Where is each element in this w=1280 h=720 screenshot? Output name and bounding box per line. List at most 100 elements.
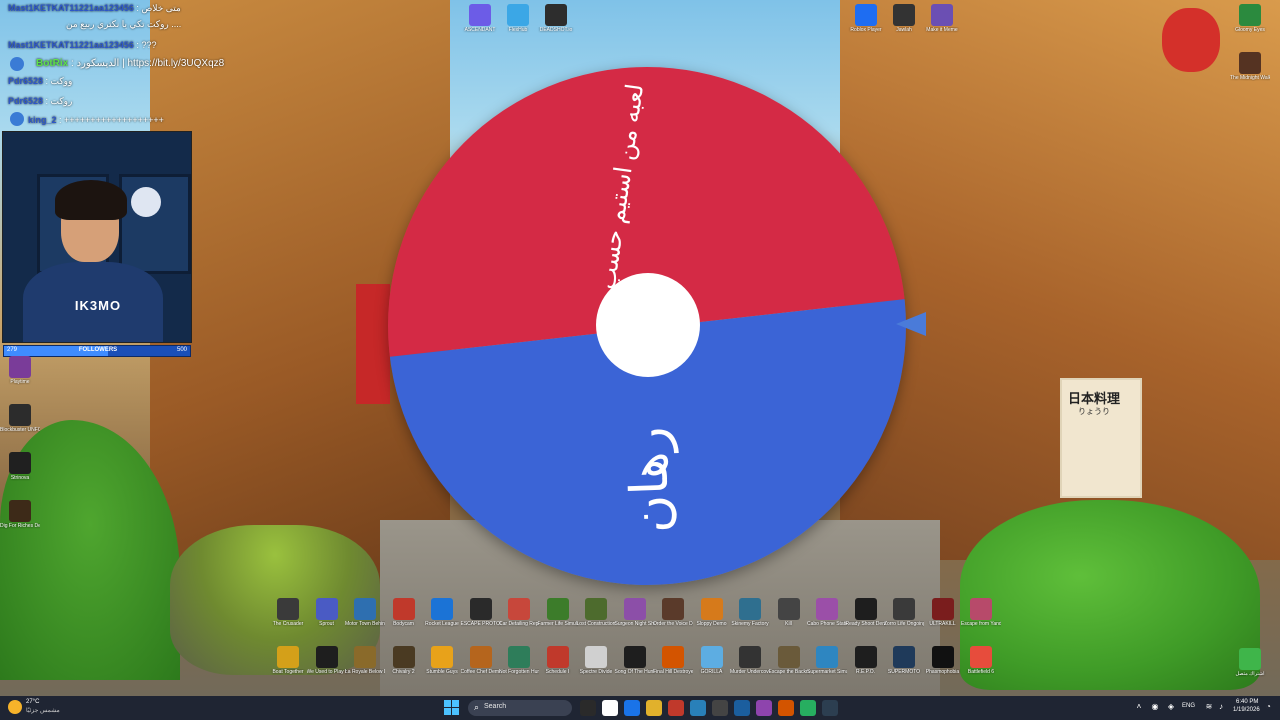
desktop-icon[interactable]: Spectre Divide	[576, 646, 616, 690]
wifi-icon[interactable]: ≋	[1204, 702, 1214, 712]
clock-date[interactable]: 1/19/2026	[1233, 707, 1260, 713]
app-icon	[1239, 52, 1261, 74]
desktop-icon[interactable]: Ready Shoot Demo	[846, 598, 886, 642]
desktop-icon-label: ESCAPE PROTOCOL	[460, 621, 501, 627]
desktop-icon[interactable]: Escape the Backrooms	[769, 646, 809, 690]
desktop-icon-label: Supermarket Simulator	[807, 669, 847, 675]
desktop-icon[interactable]: Roblox Player	[846, 4, 886, 48]
desktop-icon-label: Bodycam	[393, 621, 414, 627]
desktop-icon[interactable]: The Midnight Walk	[1230, 52, 1270, 96]
desktop-icon[interactable]: اشتراك متصل	[1230, 648, 1270, 692]
desktop-icon[interactable]: ULTRAKILL	[923, 598, 963, 642]
desktop-icon[interactable]: Schedule I	[538, 646, 578, 690]
taskbar-app-icon[interactable]	[778, 700, 794, 716]
desktop-icon[interactable]: Murder Undercover	[730, 646, 770, 690]
app-icon	[1239, 4, 1261, 26]
chat-avatar	[10, 112, 24, 126]
desktop-icon[interactable]: Bodycam	[384, 598, 424, 642]
tray-overflow-chevron-icon[interactable]: ˄	[1134, 702, 1144, 712]
taskbar-search-box[interactable]: ⌕ Search	[468, 700, 572, 716]
weather-description[interactable]: مشمس جزئيًا	[26, 707, 60, 714]
desktop-icon[interactable]: ESCAPE PROTOCOL	[461, 598, 501, 642]
desktop-icon[interactable]: Not Forgotten Hunted	[499, 646, 539, 690]
desktop-icon[interactable]: Car Detailing Repair Demo	[499, 598, 539, 642]
desktop-icon[interactable]: Song Of The Hunt	[615, 646, 655, 690]
desktop-icon[interactable]: Sloppy Demo	[692, 598, 732, 642]
desktop-icon[interactable]: SUPERMOTO	[884, 646, 924, 690]
desktop-icon[interactable]: The Crusader	[268, 598, 308, 642]
taskbar-app-icon[interactable]	[646, 700, 662, 716]
clock-time[interactable]: 6:40 PM	[1236, 699, 1258, 705]
tray-app-icon[interactable]: ◉	[1150, 702, 1160, 712]
app-icon	[662, 646, 684, 668]
taskbar-app-icon[interactable]	[734, 700, 750, 716]
desktop-icon[interactable]: Sprout	[307, 598, 347, 642]
desktop-icon[interactable]: Strinova	[0, 452, 40, 496]
desktop-icon[interactable]: Kill	[769, 598, 809, 642]
notification-bell-icon[interactable]: ◔	[1266, 702, 1271, 711]
app-icon	[854, 646, 877, 668]
desktop-icon-label: Strinova	[10, 475, 30, 481]
app-icon	[508, 598, 530, 620]
desktop-icon[interactable]: Blockbuster UNFOLD	[0, 404, 40, 448]
desktop-icon[interactable]: Battlefield 6	[961, 646, 1001, 690]
desktop-icon[interactable]: ASCENDANT	[460, 4, 500, 48]
desktop-icon[interactable]: We Used to Play Here	[307, 646, 347, 690]
app-icon	[585, 598, 607, 620]
desktop-icon[interactable]: DEADSHOT.io	[536, 4, 576, 48]
chat-username: king_2	[28, 115, 57, 125]
desktop-icon[interactable]: Skinemy Factory	[730, 598, 770, 642]
desktop-icon[interactable]: Dig For Riches Demo	[0, 500, 40, 544]
desktop-icon[interactable]: Coffee Chef Demo	[461, 646, 501, 690]
desktop-icon-label: Motor Town Behind Th...	[345, 621, 385, 627]
start-button[interactable]	[444, 700, 460, 716]
tray-app-icon[interactable]: ◈	[1166, 702, 1176, 712]
desktop-icon[interactable]: Boat Together	[268, 646, 308, 690]
desktop-icon[interactable]: Final Hill Destroyer	[653, 646, 693, 690]
taskbar-app-icon[interactable]	[822, 700, 838, 716]
language-indicator[interactable]: ENG	[1182, 703, 1195, 709]
taskbar-app-icon[interactable]	[690, 700, 706, 716]
app-icon	[700, 598, 723, 620]
taskbar-app-icon[interactable]	[668, 700, 684, 716]
taskbar-app-icon[interactable]	[712, 700, 728, 716]
desktop-icon[interactable]: Rocket League	[422, 598, 462, 642]
desktop-icon[interactable]: Jawlah	[884, 4, 924, 48]
desktop-icon[interactable]: Stumble Guys	[422, 646, 462, 690]
desktop-icon[interactable]: FlexHub	[498, 4, 538, 48]
weather-sun-icon[interactable]	[8, 700, 22, 714]
desktop-icon[interactable]: Lost Construction	[576, 598, 616, 642]
desktop-icon-label: Surgeon Night Shift	[614, 621, 655, 627]
desktop-icon[interactable]: Make it Meme	[922, 4, 962, 48]
desktop-icon[interactable]: Escape from Yandere Demo	[961, 598, 1001, 642]
app-icon	[1239, 648, 1261, 670]
taskbar-app-icon[interactable]	[756, 700, 772, 716]
taskbar-app-icon[interactable]	[624, 700, 640, 716]
desktop-icon[interactable]: Motor Town Behind Th...	[345, 598, 385, 642]
desktop-icon[interactable]: Supermarket Simulator	[807, 646, 847, 690]
taskbar-app-icon[interactable]	[800, 700, 816, 716]
moon-icon	[131, 187, 161, 217]
desktop-icon[interactable]: Phasmophobia	[923, 646, 963, 690]
desktop-icon[interactable]: La Royale Below Dead	[345, 646, 385, 690]
desktop-icon[interactable]: Zorro Life Ongoing	[884, 598, 924, 642]
desktop-icon[interactable]: Playtime	[0, 356, 40, 400]
desktop-icon[interactable]: Farmer Life Simulator	[538, 598, 578, 642]
desktop-icon[interactable]: Order the Voice Demo	[653, 598, 693, 642]
desktop-icon[interactable]: GORILLA	[692, 646, 732, 690]
taskbar-app-icon[interactable]	[580, 700, 596, 716]
desktop-icon[interactable]: Gloomy Eyes	[1230, 4, 1270, 48]
background-shop-banner	[356, 284, 390, 404]
desktop-icon[interactable]: Surgeon Night Shift	[615, 598, 655, 642]
volume-icon[interactable]: ♪	[1216, 702, 1226, 712]
app-icon	[545, 4, 567, 26]
desktop-icon[interactable]: Cabo Phone Station	[807, 598, 847, 642]
desktop-icon[interactable]: R.E.P.O.	[846, 646, 886, 690]
weather-temperature[interactable]: 27°C	[26, 699, 39, 705]
desktop-icon[interactable]: Chivalry 2	[384, 646, 424, 690]
app-icon	[970, 598, 992, 620]
taskbar	[0, 696, 1280, 720]
chat-message: Pdr6528 : ووكت	[8, 76, 73, 86]
taskbar-app-icon[interactable]	[602, 700, 618, 716]
desktop-icon-label: The Midnight Walk	[1230, 75, 1270, 81]
